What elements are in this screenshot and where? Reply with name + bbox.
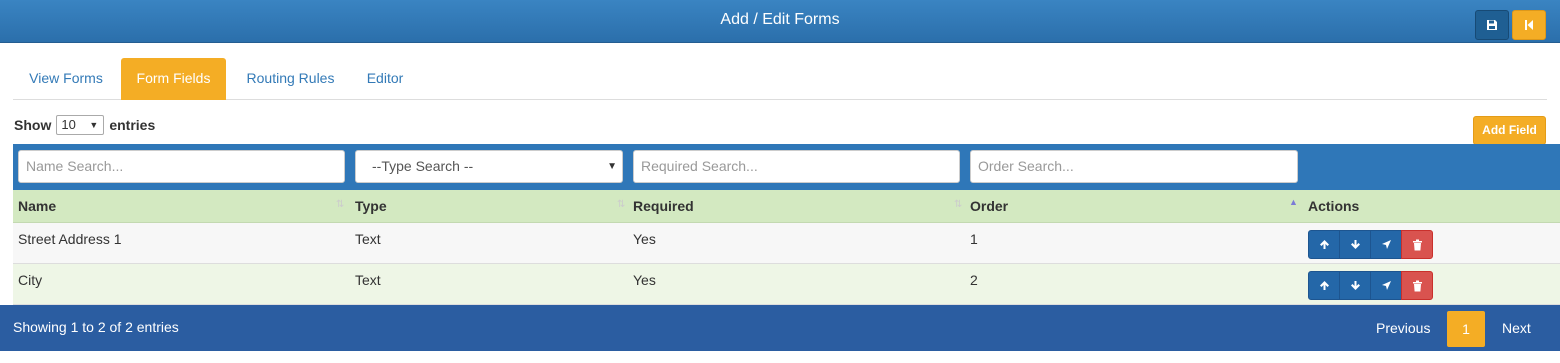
sort-icon: ⇅ (336, 199, 345, 210)
navigate-button[interactable] (1370, 230, 1402, 259)
save-button[interactable] (1475, 10, 1509, 40)
cell-required: Yes (633, 231, 656, 247)
location-arrow-icon (1381, 281, 1391, 290)
tab-view-forms[interactable]: View Forms (13, 58, 119, 100)
app-header: Add / Edit Forms (0, 0, 1560, 43)
order-search-input[interactable]: Order Search... (970, 150, 1298, 183)
required-search-input[interactable]: Required Search... (633, 150, 960, 183)
show-label: Show (14, 117, 52, 133)
tab-form-fields[interactable]: Form Fields (121, 58, 226, 100)
cell-name: City (18, 272, 43, 288)
sort-icon: ⇅ (954, 199, 963, 210)
column-header-order[interactable]: Order (970, 198, 1008, 214)
table-footer: Showing 1 to 2 of 2 entries Previous 1 N… (0, 305, 1560, 351)
table-row: City Text Yes 2 (13, 264, 1560, 305)
column-header-actions: Actions (1308, 198, 1360, 214)
name-search-input[interactable]: Name Search... (18, 150, 345, 183)
length-control: Show 10 ▼ entries (14, 115, 155, 135)
sort-icon: ⇅ (617, 199, 626, 210)
tab-bar: View Forms Form Fields Routing Rules Edi… (13, 58, 1547, 100)
row-actions (1308, 230, 1433, 259)
navigate-button[interactable] (1370, 271, 1402, 300)
delete-button[interactable] (1401, 230, 1433, 259)
floppy-disk-icon (1487, 20, 1497, 30)
arrow-up-icon (1319, 240, 1329, 249)
trash-icon (1412, 239, 1422, 250)
move-up-button[interactable] (1308, 230, 1340, 259)
caret-down-icon: ▼ (89, 120, 99, 130)
column-header-required[interactable]: Required (633, 198, 694, 214)
cell-order: 1 (970, 231, 978, 247)
column-header-name[interactable]: Name (18, 198, 56, 214)
cell-type: Text (355, 231, 381, 247)
type-search-value: --Type Search -- (372, 158, 474, 174)
location-arrow-icon (1381, 240, 1391, 249)
entries-select-value: 10 (61, 117, 76, 132)
add-field-button[interactable]: Add Field (1473, 116, 1546, 145)
page-title: Add / Edit Forms (720, 11, 840, 28)
cell-required: Yes (633, 272, 656, 288)
tab-routing-rules[interactable]: Routing Rules (228, 58, 353, 100)
trash-icon (1412, 280, 1422, 291)
column-header-type[interactable]: Type (355, 198, 387, 214)
arrow-up-icon (1319, 281, 1329, 290)
previous-page-button[interactable]: Previous (1376, 320, 1430, 336)
row-actions (1308, 271, 1433, 300)
step-backward-icon (1525, 20, 1533, 30)
table-row: Street Address 1 Text Yes 1 (13, 223, 1560, 264)
arrow-down-icon (1350, 240, 1360, 249)
entries-select[interactable]: 10 ▼ (56, 115, 105, 135)
move-down-button[interactable] (1339, 271, 1371, 300)
move-up-button[interactable] (1308, 271, 1340, 300)
filter-bar: Name Search... --Type Search -- ▼ Requir… (13, 144, 1560, 190)
delete-button[interactable] (1401, 271, 1433, 300)
next-page-button[interactable]: Next (1502, 320, 1531, 336)
table-header: Name ⇅ Type ⇅ Required ⇅ Order ▲ Actions (13, 190, 1560, 223)
entries-info: Showing 1 to 2 of 2 entries (13, 319, 179, 335)
tab-editor[interactable]: Editor (355, 58, 415, 100)
move-down-button[interactable] (1339, 230, 1371, 259)
sort-ascending-icon: ▲ (1289, 197, 1298, 207)
cell-name: Street Address 1 (18, 231, 122, 247)
arrow-down-icon (1350, 281, 1360, 290)
cell-order: 2 (970, 272, 978, 288)
page-1-button[interactable]: 1 (1447, 311, 1485, 347)
caret-down-icon: ▼ (607, 161, 617, 172)
entries-label: entries (109, 117, 156, 133)
cell-type: Text (355, 272, 381, 288)
back-button[interactable] (1512, 10, 1546, 40)
type-search-select[interactable]: --Type Search -- ▼ (355, 150, 623, 183)
